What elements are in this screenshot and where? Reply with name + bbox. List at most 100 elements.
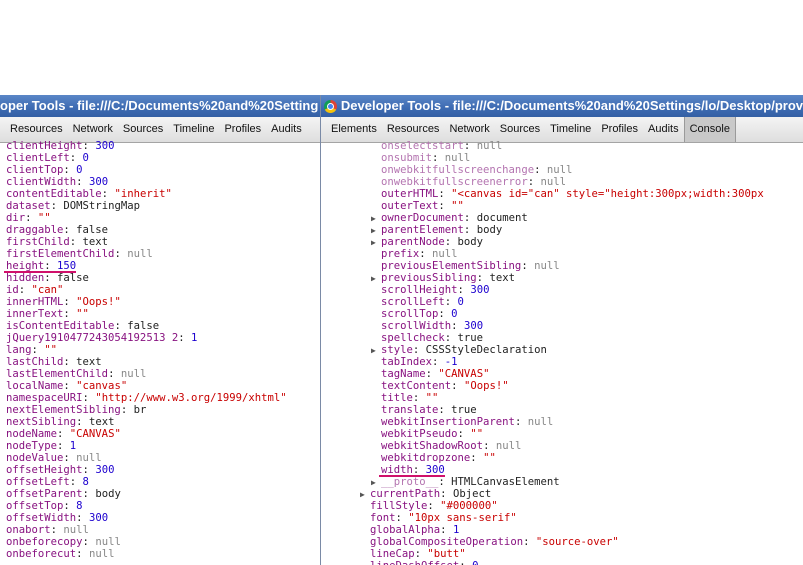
title-bar[interactable]: Developer Tools - file:///C:/Documents%2… bbox=[321, 95, 803, 117]
property-value: 1 bbox=[69, 440, 77, 452]
property-key: lastChild bbox=[6, 356, 64, 368]
title-bar[interactable]: oper Tools - file:///C:/Documents%20and%… bbox=[0, 95, 320, 117]
tab-resources[interactable]: Resources bbox=[382, 117, 445, 142]
property-key: firstChild bbox=[6, 236, 70, 248]
property-key: tagName bbox=[381, 368, 426, 380]
property-key: onselectstart bbox=[381, 140, 464, 152]
property-row: title: "" bbox=[381, 392, 439, 404]
property-row: tagName: "CANVAS" bbox=[381, 368, 490, 380]
property-value: CSSStyleDeclaration bbox=[425, 344, 547, 356]
tab-profiles[interactable]: Profiles bbox=[596, 117, 643, 142]
property-key: firstElementChild bbox=[6, 248, 115, 260]
property-row: lang: "" bbox=[6, 344, 58, 356]
property-row: outerHTML: "<canvas id="can" style="heig… bbox=[381, 188, 764, 200]
property-key: draggable bbox=[6, 224, 64, 236]
tab-network[interactable]: Network bbox=[68, 117, 118, 142]
property-key: currentPath bbox=[370, 488, 441, 500]
property-row: nodeType: 1 bbox=[6, 440, 77, 452]
property-value: "" bbox=[483, 452, 496, 464]
property-value: body bbox=[95, 488, 121, 500]
property-key: offsetParent bbox=[6, 488, 83, 500]
property-value: "" bbox=[76, 308, 89, 320]
property-row[interactable]: ▶ ownerDocument: document bbox=[321, 212, 803, 224]
property-key: prefix bbox=[381, 248, 420, 260]
property-value: null bbox=[540, 176, 566, 188]
property-value: "can" bbox=[31, 284, 64, 296]
window-title: oper Tools - file:///C:/Documents%20and%… bbox=[0, 98, 319, 113]
property-row: scrollHeight: 300 bbox=[381, 284, 490, 296]
property-row[interactable]: ▶ parentNode: body bbox=[321, 236, 803, 248]
property-value: null bbox=[76, 452, 102, 464]
tab-resources[interactable]: Resources bbox=[0, 117, 68, 142]
property-key: dataset bbox=[6, 200, 51, 212]
property-row[interactable]: ▶ parentElement: body bbox=[321, 224, 803, 236]
property-row: spellcheck: true bbox=[381, 332, 484, 344]
property-row: id: "can" bbox=[6, 284, 64, 296]
property-key: id bbox=[6, 284, 19, 296]
property-row: hidden: false bbox=[6, 272, 89, 284]
property-row: dir: "" bbox=[6, 212, 51, 224]
property-value: 0 bbox=[472, 560, 478, 565]
property-key: textContent bbox=[381, 380, 452, 392]
property-row[interactable]: ▶ style: CSSStyleDeclaration bbox=[321, 344, 803, 356]
tab-audits[interactable]: Audits bbox=[266, 117, 307, 142]
property-row: lineCap: "butt" bbox=[370, 548, 466, 560]
property-key: scrollTop bbox=[381, 308, 439, 320]
tab-timeline[interactable]: Timeline bbox=[168, 117, 219, 142]
property-value: null bbox=[476, 140, 503, 152]
tab-elements[interactable]: Elements bbox=[321, 117, 382, 142]
property-value: "Oops!" bbox=[463, 380, 509, 392]
property-value: "" bbox=[470, 428, 484, 440]
property-row: namespaceURI: "http://www.w3.org/1999/xh… bbox=[6, 392, 287, 404]
property-value: 300 bbox=[95, 464, 115, 476]
property-value: "http://www.w3.org/1999/xhtml" bbox=[95, 392, 287, 404]
property-value: "source-over" bbox=[535, 536, 619, 548]
property-value: true bbox=[457, 332, 484, 344]
property-row[interactable]: ▶ previousSibling: text bbox=[321, 272, 803, 284]
property-key: nextElementSibling bbox=[6, 404, 121, 416]
property-row[interactable]: ▶ __proto__: HTMLCanvasElement bbox=[321, 476, 803, 488]
property-value: null bbox=[63, 524, 89, 536]
property-value: 0 bbox=[457, 296, 464, 308]
tab-console[interactable]: Console bbox=[683, 117, 736, 142]
property-value: null bbox=[546, 164, 573, 176]
property-value: false bbox=[76, 224, 109, 236]
property-value: false bbox=[127, 320, 160, 332]
property-value: "" bbox=[37, 212, 51, 224]
property-row: prefix: null bbox=[381, 248, 458, 260]
property-key: outerText bbox=[381, 200, 439, 212]
property-value: document bbox=[476, 212, 528, 224]
chrome-icon bbox=[324, 99, 337, 113]
tab-network[interactable]: Network bbox=[444, 117, 494, 142]
tab-audits[interactable]: Audits bbox=[643, 117, 684, 142]
window-title: Developer Tools - file:///C:/Documents%2… bbox=[340, 98, 803, 113]
property-key: parentNode bbox=[381, 236, 445, 248]
property-key: jQuery1910477243054192513 2 bbox=[6, 332, 179, 344]
property-row: fillStyle: "#000000" bbox=[370, 500, 498, 512]
property-row[interactable]: ▶ currentPath: Object bbox=[321, 488, 803, 500]
property-row: tabIndex: -1 bbox=[381, 356, 458, 368]
console-output: clientHeight: 300 clientLeft: 0 clientTop:… bbox=[0, 140, 320, 560]
devtools-window-right: Developer Tools - file:///C:/Documents%2… bbox=[321, 95, 803, 565]
property-row: webkitInsertionParent: null bbox=[381, 416, 554, 428]
property-key: scrollLeft bbox=[381, 296, 445, 308]
property-key: nodeName bbox=[6, 428, 58, 440]
property-key: dir bbox=[6, 212, 26, 224]
property-row: dataset: DOMStringMap bbox=[6, 200, 140, 212]
property-value: "CANVAS" bbox=[438, 368, 490, 380]
property-key: ownerDocument bbox=[381, 212, 464, 224]
tab-sources[interactable]: Sources bbox=[495, 117, 545, 142]
tab-sources[interactable]: Sources bbox=[118, 117, 168, 142]
property-value: null bbox=[432, 248, 458, 260]
property-key: globalCompositeOperation bbox=[370, 536, 524, 548]
property-key: contentEditable bbox=[6, 188, 102, 200]
property-row: onbeforecut: null bbox=[6, 548, 115, 560]
property-key: lang bbox=[6, 344, 32, 356]
tab-timeline[interactable]: Timeline bbox=[545, 117, 596, 142]
property-value: 0 bbox=[76, 164, 83, 176]
property-value: 300 bbox=[470, 284, 490, 296]
property-key: scrollWidth bbox=[381, 320, 452, 332]
property-value: br bbox=[133, 404, 147, 416]
tab-profiles[interactable]: Profiles bbox=[219, 117, 266, 142]
property-key: onsubmit bbox=[381, 152, 433, 164]
